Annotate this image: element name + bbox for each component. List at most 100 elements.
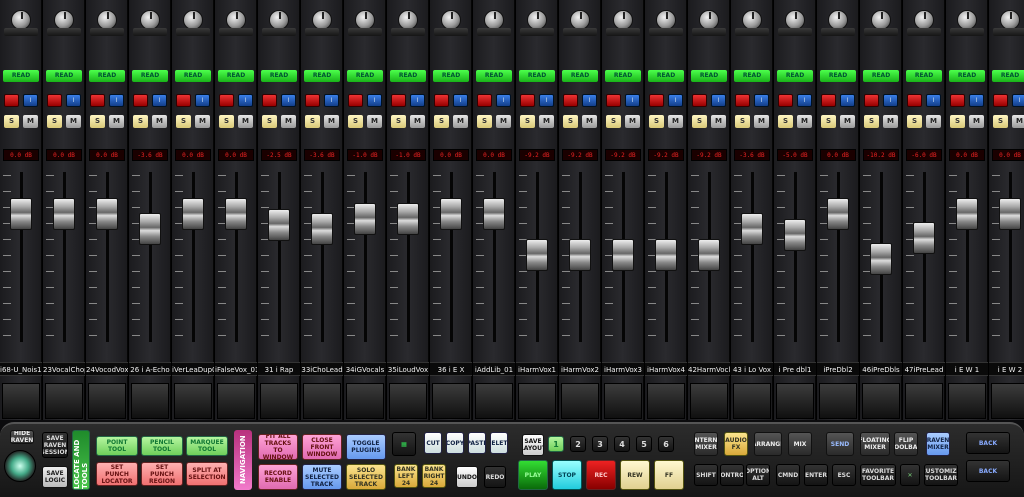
volume-fader[interactable] <box>397 202 419 235</box>
input-monitor-button[interactable]: I <box>367 94 382 107</box>
paste-icon[interactable]: PASTE <box>468 432 486 454</box>
record-arm-button[interactable] <box>133 94 148 107</box>
automation-read-button[interactable]: READ <box>3 70 39 82</box>
pan-knob[interactable] <box>54 10 74 30</box>
input-monitor-button[interactable]: I <box>797 94 812 107</box>
automation-read-button[interactable]: READ <box>390 70 426 82</box>
mute-button[interactable]: M <box>797 115 812 128</box>
input-monitor-button[interactable]: I <box>410 94 425 107</box>
record-arm-button[interactable] <box>262 94 277 107</box>
input-monitor-button[interactable]: I <box>969 94 984 107</box>
point-tool-button[interactable]: POINT TOOL <box>96 436 138 456</box>
mute-button[interactable]: M <box>711 115 726 128</box>
volume-fader[interactable] <box>870 243 892 275</box>
track-name[interactable]: iHarmVox4 <box>645 362 687 376</box>
record-arm-button[interactable] <box>434 94 449 107</box>
solo-button[interactable]: S <box>907 115 922 128</box>
pan-knob[interactable] <box>140 10 160 30</box>
track-name[interactable]: 31 i Rap <box>258 362 300 376</box>
solo-button[interactable]: S <box>391 115 406 128</box>
record-arm-button[interactable] <box>821 94 836 107</box>
mix-button[interactable]: MIX <box>788 432 812 456</box>
track-name[interactable]: i Pre dbl1 <box>774 362 816 376</box>
track-name[interactable]: iFalseVox_01 <box>215 362 257 376</box>
input-monitor-button[interactable]: I <box>23 94 38 107</box>
input-monitor-button[interactable]: I <box>582 94 597 107</box>
mute-button[interactable]: M <box>754 115 769 128</box>
input-monitor-button[interactable]: I <box>926 94 941 107</box>
automation-read-button[interactable]: READ <box>132 70 168 82</box>
volume-fader[interactable] <box>913 222 935 254</box>
solo-button[interactable]: S <box>864 115 879 128</box>
input-monitor-button[interactable]: I <box>711 94 726 107</box>
track-name[interactable]: 47iPreLead <box>903 362 945 376</box>
mute-button[interactable]: M <box>582 115 597 128</box>
track-name[interactable]: 33iChoLead <box>301 362 343 376</box>
volume-fader[interactable] <box>483 198 505 230</box>
input-monitor-button[interactable]: I <box>238 94 253 107</box>
close-front-window-button[interactable]: CLOSE FRONT WINDOW <box>302 434 342 460</box>
track-name[interactable]: iVerLeaDup01 <box>172 362 214 376</box>
solo-button[interactable]: S <box>47 115 62 128</box>
layout-5-button[interactable]: 5 <box>636 436 652 452</box>
track-name[interactable]: 24VocodVox <box>86 362 128 376</box>
send-button[interactable]: SEND <box>826 432 854 456</box>
option-alt-key[interactable]: OPTION ALT <box>746 464 770 486</box>
input-monitor-button[interactable]: I <box>754 94 769 107</box>
pan-knob[interactable] <box>742 10 762 30</box>
ff-button[interactable]: FF <box>654 460 684 490</box>
solo-button[interactable]: S <box>735 115 750 128</box>
save-logic-button[interactable]: SAVE LOGIC <box>42 466 68 488</box>
track-name[interactable]: iHarmVox2 <box>559 362 601 376</box>
automation-read-button[interactable]: READ <box>605 70 641 82</box>
copy-icon[interactable]: COPY <box>446 432 464 454</box>
rew-button[interactable]: REW <box>620 460 650 490</box>
solo-button[interactable]: S <box>477 115 492 128</box>
esc-key[interactable]: ESC <box>832 464 856 486</box>
record-arm-button[interactable] <box>4 94 19 107</box>
volume-fader[interactable] <box>655 238 677 271</box>
volume-fader[interactable] <box>440 198 462 230</box>
set-punch-region-button[interactable]: SET PUNCH REGION <box>141 462 183 486</box>
split-at-selection-button[interactable]: SPLIT AT SELECTION <box>186 462 228 486</box>
save-raven-session-button[interactable]: SAVE RAVEN SESSION <box>42 432 68 458</box>
automation-read-button[interactable]: READ <box>433 70 469 82</box>
mute-button[interactable]: M <box>969 115 984 128</box>
track-name[interactable]: i E W 2 <box>989 362 1024 376</box>
record-arm-button[interactable] <box>778 94 793 107</box>
record-arm-button[interactable] <box>219 94 234 107</box>
input-monitor-button[interactable]: I <box>195 94 210 107</box>
pan-knob[interactable] <box>957 10 977 30</box>
solo-button[interactable]: S <box>133 115 148 128</box>
record-enable-button[interactable]: RECORD ENABLE <box>258 464 298 490</box>
volume-fader[interactable] <box>311 213 333 245</box>
input-monitor-button[interactable]: I <box>539 94 554 107</box>
raven-mixer-button[interactable]: RAVEN MIXER <box>926 432 950 456</box>
favorite-toolbar-button[interactable]: FAVORITE TOOLBAR <box>860 464 896 486</box>
mute-button[interactable]: M <box>324 115 339 128</box>
solo-button[interactable]: S <box>649 115 664 128</box>
automation-read-button[interactable]: READ <box>562 70 598 82</box>
volume-fader[interactable] <box>268 208 290 241</box>
mute-button[interactable]: M <box>152 115 167 128</box>
automation-read-button[interactable]: READ <box>734 70 770 82</box>
record-arm-button[interactable] <box>391 94 406 107</box>
track-name[interactable]: iHarmVox3 <box>602 362 644 376</box>
volume-fader[interactable] <box>741 213 763 245</box>
automation-read-button[interactable]: READ <box>304 70 340 82</box>
solo-button[interactable]: S <box>950 115 965 128</box>
record-arm-button[interactable] <box>864 94 879 107</box>
solo-button[interactable]: S <box>348 115 363 128</box>
automation-read-button[interactable]: READ <box>347 70 383 82</box>
pan-knob[interactable] <box>1000 10 1020 30</box>
volume-fader[interactable] <box>612 238 634 271</box>
input-monitor-button[interactable]: I <box>840 94 855 107</box>
volume-fader[interactable] <box>827 198 849 230</box>
bank-left-button[interactable]: BANK LEFT 24 <box>394 464 418 488</box>
cmnd-key[interactable]: CMND <box>776 464 800 486</box>
control-key[interactable]: CONTROL <box>720 464 744 486</box>
track-name[interactable]: iPreDbl2 <box>817 362 859 376</box>
automation-read-button[interactable]: READ <box>992 70 1024 82</box>
record-arm-button[interactable] <box>950 94 965 107</box>
volume-fader[interactable] <box>53 198 75 230</box>
